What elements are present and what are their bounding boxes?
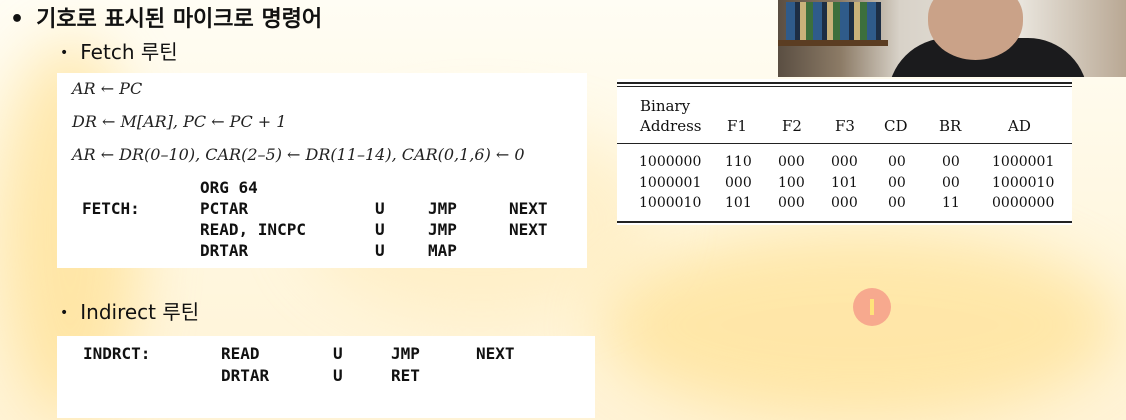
fetch-routine-panel: AR ← PC DR ← M[AR], PC ← PC + 1 AR ← DR(… (57, 73, 587, 268)
cell-f3: 101 (831, 175, 858, 191)
pointer-cursor-icon (853, 288, 891, 326)
slide-title: • 기호로 표시된 마이크로 명령어 (10, 1, 322, 33)
cell-f2: 000 (778, 195, 805, 211)
asm-br: JMP (428, 220, 457, 239)
asm-ad: NEXT (476, 344, 515, 363)
header-f1: F1 (727, 117, 747, 135)
indirect-bullet: • (60, 305, 69, 321)
bookshelf-image (786, 2, 881, 40)
asm-org: ORG 64 (200, 178, 258, 197)
asm-br: RET (391, 366, 420, 385)
asm-br: JMP (391, 344, 420, 363)
asm-cd: U (333, 366, 343, 385)
asm-br: MAP (428, 241, 457, 260)
text-cursor-bar (870, 299, 874, 315)
cell-cd: 00 (888, 195, 906, 211)
rtl-line-1: AR ← PC (72, 79, 143, 98)
shelf-image (778, 40, 888, 46)
header-cd: CD (884, 117, 908, 135)
binary-microprogram-table: Binary Address F1 F2 F3 CD BR AD 1000000… (617, 79, 1072, 225)
cell-address: 1000010 (639, 195, 702, 211)
cell-f2: 000 (778, 154, 805, 170)
table-bottom-rule (617, 221, 1072, 223)
cell-f1: 110 (725, 154, 752, 170)
asm-label: INDRCT: (83, 344, 151, 363)
asm-cd: U (375, 220, 385, 239)
fetch-bullet: • (60, 45, 69, 61)
rtl-line-2: DR ← M[AR], PC ← PC + 1 (72, 112, 287, 131)
table-header-rule (617, 143, 1072, 144)
asm-row: READ, INCPC U JMP NEXT (57, 219, 587, 240)
cell-br: 00 (942, 154, 960, 170)
cell-f3: 000 (831, 195, 858, 211)
asm-label: FETCH: (82, 199, 140, 218)
cell-br: 00 (942, 175, 960, 191)
cell-address: 1000000 (639, 154, 702, 170)
asm-ops: DRTAR (200, 241, 249, 260)
asm-ops: DRTAR (221, 366, 270, 385)
fetch-heading-text: Fetch 루틴 (80, 40, 178, 64)
asm-cd: U (333, 344, 343, 363)
indirect-routine-panel: INDRCT: READ U JMP NEXT DRTAR U RET (57, 336, 595, 418)
indirect-heading: • Indirect 루틴 (60, 296, 199, 325)
rtl-line-3: AR ← DR(0–10), CAR(2–5) ← DR(11–14), CAR… (72, 145, 525, 164)
title-bullet: • (10, 7, 25, 32)
cell-f1: 000 (725, 175, 752, 191)
asm-ops: READ, INCPC (200, 220, 306, 239)
presenter-webcam (778, 0, 1126, 77)
cell-f1: 101 (725, 195, 752, 211)
asm-row: DRTAR U RET (57, 365, 595, 386)
cell-ad: 1000001 (992, 154, 1055, 170)
asm-cd: U (375, 199, 385, 218)
header-f2: F2 (782, 117, 802, 135)
asm-ops: PCTAR (200, 199, 249, 218)
cell-f2: 100 (778, 175, 805, 191)
cell-ad: 1000010 (992, 175, 1055, 191)
table-top-rule (617, 82, 1072, 84)
asm-ad: NEXT (509, 220, 548, 239)
fetch-heading: • Fetch 루틴 (60, 36, 178, 65)
header-binary: Binary (640, 97, 691, 115)
asm-row: DRTAR U MAP (57, 240, 587, 261)
indirect-heading-text: Indirect 루틴 (80, 300, 200, 324)
header-br: BR (939, 117, 962, 135)
asm-cd: U (375, 241, 385, 260)
asm-br: JMP (428, 199, 457, 218)
cell-cd: 00 (888, 154, 906, 170)
title-text: 기호로 표시된 마이크로 명령어 (36, 7, 323, 32)
cell-f3: 000 (831, 154, 858, 170)
asm-ad: NEXT (509, 199, 548, 218)
asm-ops: READ (221, 344, 260, 363)
header-address: Address (640, 117, 702, 135)
cell-ad: 0000000 (992, 195, 1055, 211)
header-ad: AD (1008, 117, 1031, 135)
cell-address: 1000001 (639, 175, 702, 191)
asm-row: FETCH: PCTAR U JMP NEXT (57, 198, 587, 219)
cell-cd: 00 (888, 175, 906, 191)
table-top-rule-thin (617, 86, 1072, 87)
cell-br: 11 (942, 195, 960, 211)
header-f3: F3 (835, 117, 855, 135)
asm-row: INDRCT: READ U JMP NEXT (57, 343, 595, 364)
